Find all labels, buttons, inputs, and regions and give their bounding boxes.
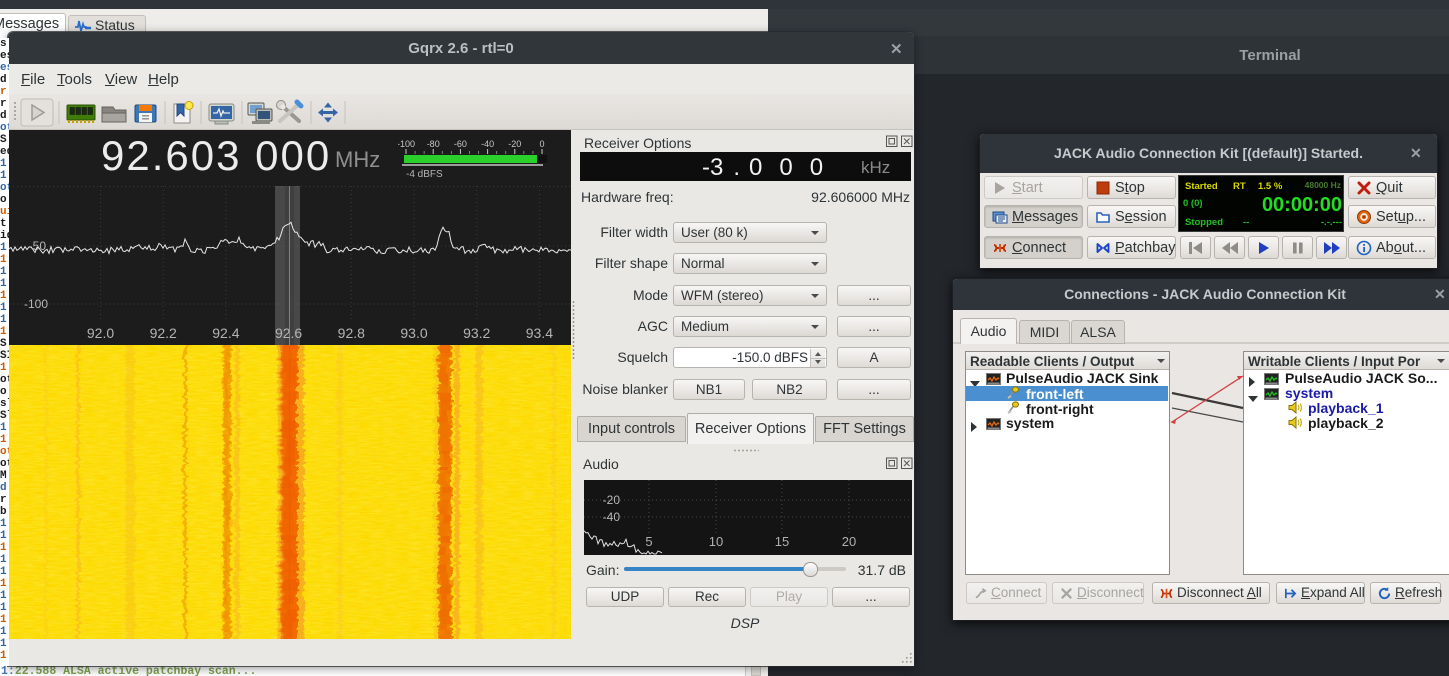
svg-text:5: 5: [645, 534, 652, 549]
svg-text:48000 Hz: 48000 Hz: [1305, 180, 1341, 190]
svg-text:00:00:00: 00:00:00: [1262, 194, 1342, 216]
svg-text:93.0: 93.0: [400, 325, 427, 341]
svg-text:-20: -20: [603, 493, 621, 507]
svg-text:--: --: [1243, 217, 1249, 228]
svg-text:15: 15: [775, 534, 789, 549]
svg-text:-60: -60: [454, 139, 467, 149]
svg-text:-80: -80: [427, 139, 440, 149]
svg-text:1.5 %: 1.5 %: [1258, 181, 1283, 192]
svg-text:-.-.---: -.-.---: [1321, 217, 1342, 228]
svg-text:-4 dBFS: -4 dBFS: [406, 169, 443, 180]
svg-text:92.4: 92.4: [212, 325, 239, 341]
svg-text:0 (0): 0 (0): [1183, 198, 1203, 209]
svg-text:-50: -50: [29, 239, 47, 253]
svg-text:20: 20: [842, 534, 856, 549]
svg-text:-20: -20: [508, 139, 521, 149]
svg-text:0: 0: [539, 139, 544, 149]
svg-text:Stopped: Stopped: [1185, 217, 1223, 228]
svg-text:-40: -40: [481, 139, 494, 149]
svg-text:-100: -100: [24, 297, 48, 311]
svg-text:RT: RT: [1233, 181, 1246, 192]
svg-text:92.8: 92.8: [338, 325, 365, 341]
svg-text:-100: -100: [398, 139, 415, 149]
svg-text:92.0: 92.0: [87, 325, 114, 341]
svg-text:93.2: 93.2: [463, 325, 490, 341]
svg-text:10: 10: [709, 534, 723, 549]
svg-text:92.6: 92.6: [275, 325, 302, 341]
svg-text:-40: -40: [603, 510, 621, 524]
svg-text:Started: Started: [1185, 181, 1218, 192]
svg-text:92.2: 92.2: [150, 325, 177, 341]
